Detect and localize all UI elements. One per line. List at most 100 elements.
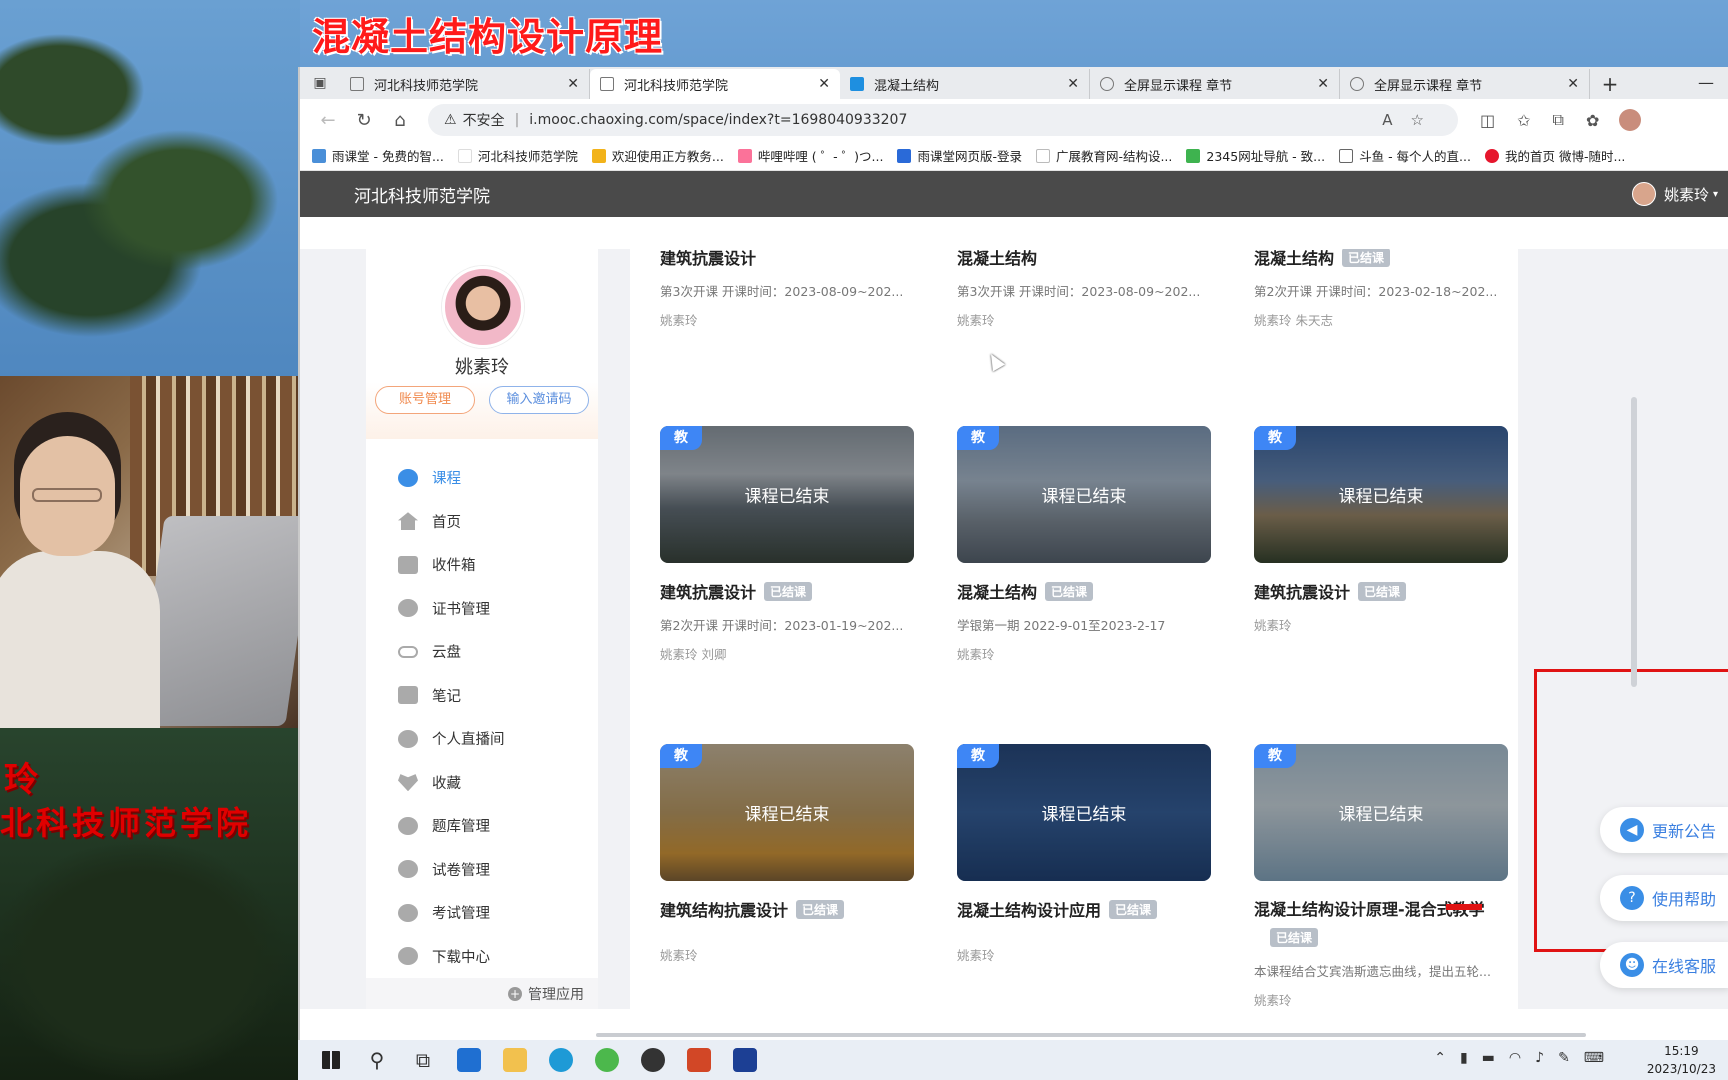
- new-tab-button[interactable]: +: [1590, 69, 1630, 99]
- address-actions[interactable]: A☆: [1382, 111, 1442, 129]
- course-teacher: 姚素玲 朱天志: [1254, 313, 1333, 328]
- manage-apps-button[interactable]: + 管理应用: [366, 978, 598, 1009]
- bookmark-item[interactable]: 斗鱼 - 每个人的直...: [1339, 146, 1471, 165]
- course-cover[interactable]: 课程已结束 教: [957, 744, 1211, 881]
- invite-code-button[interactable]: 输入邀请码: [489, 386, 589, 414]
- question-icon: ?: [1620, 886, 1644, 910]
- powerpoint-icon[interactable]: [676, 1040, 722, 1080]
- close-icon[interactable]: ✕: [1567, 76, 1579, 92]
- horizontal-scrollbar[interactable]: [596, 1033, 1586, 1037]
- online-service-button[interactable]: ☻ 在线客服: [1600, 942, 1728, 988]
- page-scrollbar[interactable]: [1631, 397, 1637, 687]
- bookmark-item[interactable]: 广展教育网-结构设...: [1035, 146, 1172, 165]
- clock[interactable]: 15:19 2023/10/23: [1647, 1042, 1716, 1078]
- overlay-name-partial: 玲: [4, 760, 42, 800]
- course-card[interactable]: 建筑抗震设计 第3次开课 开课时间：2023-08-09~202... 姚素玲: [660, 249, 914, 329]
- system-tray-icons[interactable]: ⌃▮▬◠♪✎⌨: [1434, 1050, 1618, 1066]
- help-button[interactable]: ? 使用帮助: [1600, 875, 1728, 921]
- download-icon: [398, 947, 418, 966]
- collections-icon[interactable]: ⧉: [1553, 110, 1564, 130]
- task-view-icon[interactable]: ⧉: [400, 1040, 446, 1080]
- tab-4[interactable]: 全屏显示课程 章节 ✕: [1090, 69, 1340, 99]
- back-icon[interactable]: ←: [310, 110, 346, 131]
- tab-3[interactable]: 混凝土结构 ✕: [840, 69, 1090, 99]
- video-title: 混凝土结构设计原理: [312, 15, 664, 59]
- update-notice-button[interactable]: ◀ 更新公告: [1600, 807, 1728, 853]
- sidebar-item-cloud[interactable]: 云盘: [366, 630, 598, 674]
- sidebar-item-home[interactable]: 首页: [366, 500, 598, 544]
- bookmark-label: 斗鱼 - 每个人的直...: [1359, 149, 1471, 164]
- tab-label: 河北科技师范学院: [374, 78, 479, 94]
- course-cover[interactable]: 课程已结束 教: [660, 744, 914, 881]
- tab-1[interactable]: 河北科技师范学院 ✕: [340, 69, 590, 99]
- browser-360-icon[interactable]: [584, 1040, 630, 1080]
- profile-avatar-large[interactable]: [442, 266, 524, 348]
- edge-icon[interactable]: [538, 1040, 584, 1080]
- account-manage-button[interactable]: 账号管理: [375, 386, 475, 414]
- bookmark-item[interactable]: 雨课堂 - 免费的智...: [312, 146, 444, 165]
- sidebar-item-question-bank[interactable]: 题库管理: [366, 804, 598, 848]
- course-cover[interactable]: 课程已结束 教: [957, 426, 1211, 563]
- tab-label: 全屏显示课程 章节: [1374, 78, 1483, 94]
- split-screen-icon[interactable]: ◫: [1480, 111, 1495, 130]
- address-input[interactable]: ⚠ 不安全 | i.mooc.chaoxing.com/space/index?…: [428, 104, 1458, 136]
- course-card[interactable]: 课程已结束 教 混凝土结构设计应用 已结课 姚素玲: [957, 744, 1211, 964]
- bookmark-item[interactable]: 雨课堂网页版-登录: [897, 146, 1022, 165]
- file-explorer-icon[interactable]: [492, 1040, 538, 1080]
- sidebar-item-favorites[interactable]: 收藏: [366, 761, 598, 805]
- mail-icon[interactable]: [446, 1040, 492, 1080]
- profile-avatar[interactable]: [1619, 109, 1642, 131]
- course-teacher: 姚素玲: [660, 948, 698, 963]
- minimize-icon[interactable]: —: [1698, 73, 1714, 92]
- course-card[interactable]: 课程已结束 教 建筑抗震设计 已结课 姚素玲: [1254, 426, 1508, 634]
- course-cover[interactable]: 课程已结束 教: [660, 426, 914, 563]
- tab-2[interactable]: 河北科技师范学院 ✕: [590, 69, 840, 99]
- windows-start-icon[interactable]: [308, 1040, 354, 1080]
- sidebar-item-live[interactable]: 个人直播间: [366, 717, 598, 761]
- course-card[interactable]: 课程已结束 教 混凝土结构 已结课 学银第一期 2022-9-01至2023-2-…: [957, 426, 1211, 663]
- extensions-icon[interactable]: ✿: [1586, 111, 1599, 130]
- tab-5[interactable]: 全屏显示课程 章节 ✕: [1340, 69, 1590, 99]
- refresh-icon[interactable]: ↻: [346, 110, 382, 131]
- home-icon[interactable]: ⌂: [382, 110, 418, 131]
- course-card[interactable]: 课程已结束 教 建筑抗震设计 已结课 第2次开课 开课时间：2023-01-19~…: [660, 426, 914, 663]
- sidebar-item-exams[interactable]: 考试管理: [366, 891, 598, 935]
- course-card[interactable]: 混凝土结构 已结课 第2次开课 开课时间：2023-02-18~202... 姚素…: [1254, 249, 1508, 329]
- profile-name: 姚素玲: [455, 357, 509, 378]
- search-icon[interactable]: ⚲: [354, 1040, 400, 1080]
- favorites-icon[interactable]: ✩: [1517, 111, 1530, 130]
- sidebar-item-certificate[interactable]: 证书管理: [366, 587, 598, 631]
- course-cover[interactable]: 课程已结束 教: [1254, 426, 1508, 563]
- close-icon[interactable]: ✕: [1067, 76, 1079, 92]
- bookmark-item[interactable]: 欢迎使用正方教务...: [591, 146, 724, 165]
- sidebar-item-inbox[interactable]: 收件箱: [366, 543, 598, 587]
- terminal-icon[interactable]: [722, 1040, 768, 1080]
- course-cover[interactable]: 课程已结束 教: [1254, 744, 1508, 881]
- bookmark-item[interactable]: 我的首页 微博-随时...: [1484, 146, 1625, 165]
- site-title[interactable]: 河北科技师范学院: [354, 182, 490, 207]
- bookmarks-bar: 雨课堂 - 免费的智... 河北科技师范学院 欢迎使用正方教务... 哔哩哔哩 …: [300, 141, 1728, 171]
- sidebar-item-papers[interactable]: 试卷管理: [366, 848, 598, 892]
- course-title-text: 混凝土结构设计应用: [957, 901, 1102, 920]
- sidebar-item-notes[interactable]: 笔记: [366, 674, 598, 718]
- bookmark-item[interactable]: 河北科技师范学院: [457, 146, 578, 165]
- course-grid: 建筑抗震设计 第3次开课 开课时间：2023-08-09~202... 姚素玲 …: [630, 249, 1728, 1009]
- user-menu[interactable]: 姚素玲 ▾: [1631, 182, 1718, 206]
- course-card[interactable]: 课程已结束 教 混凝土结构设计原理-混合式教学 已结课 本课程结合艾宾浩斯遗忘曲…: [1254, 744, 1508, 1009]
- course-card[interactable]: 课程已结束 教 建筑结构抗震设计 已结课 姚素玲: [660, 744, 914, 964]
- close-icon[interactable]: ✕: [1317, 76, 1329, 92]
- close-icon[interactable]: ✕: [567, 76, 579, 92]
- recorder-icon[interactable]: [630, 1040, 676, 1080]
- bookmark-item[interactable]: 哔哩哔哩 ( ゜- ゜)つ...: [737, 146, 883, 165]
- tab-actions-icon[interactable]: ▣: [300, 67, 340, 99]
- sidebar-item-course[interactable]: 课程: [366, 456, 598, 500]
- live-icon: [398, 729, 418, 748]
- sidebar-item-downloads[interactable]: 下载中心: [366, 935, 598, 979]
- bookmark-icon: [312, 148, 326, 163]
- bookmark-item[interactable]: 2345网址导航 - 致...: [1186, 146, 1325, 165]
- course-meta: 第2次开课 开课时间：2023-01-19~202...: [660, 618, 904, 633]
- separator: |: [514, 112, 520, 128]
- sidebar-item-label: 云盘: [432, 645, 461, 662]
- close-icon[interactable]: ✕: [818, 76, 830, 92]
- course-card[interactable]: 混凝土结构 第3次开课 开课时间：2023-08-09~202... 姚素玲: [957, 249, 1211, 329]
